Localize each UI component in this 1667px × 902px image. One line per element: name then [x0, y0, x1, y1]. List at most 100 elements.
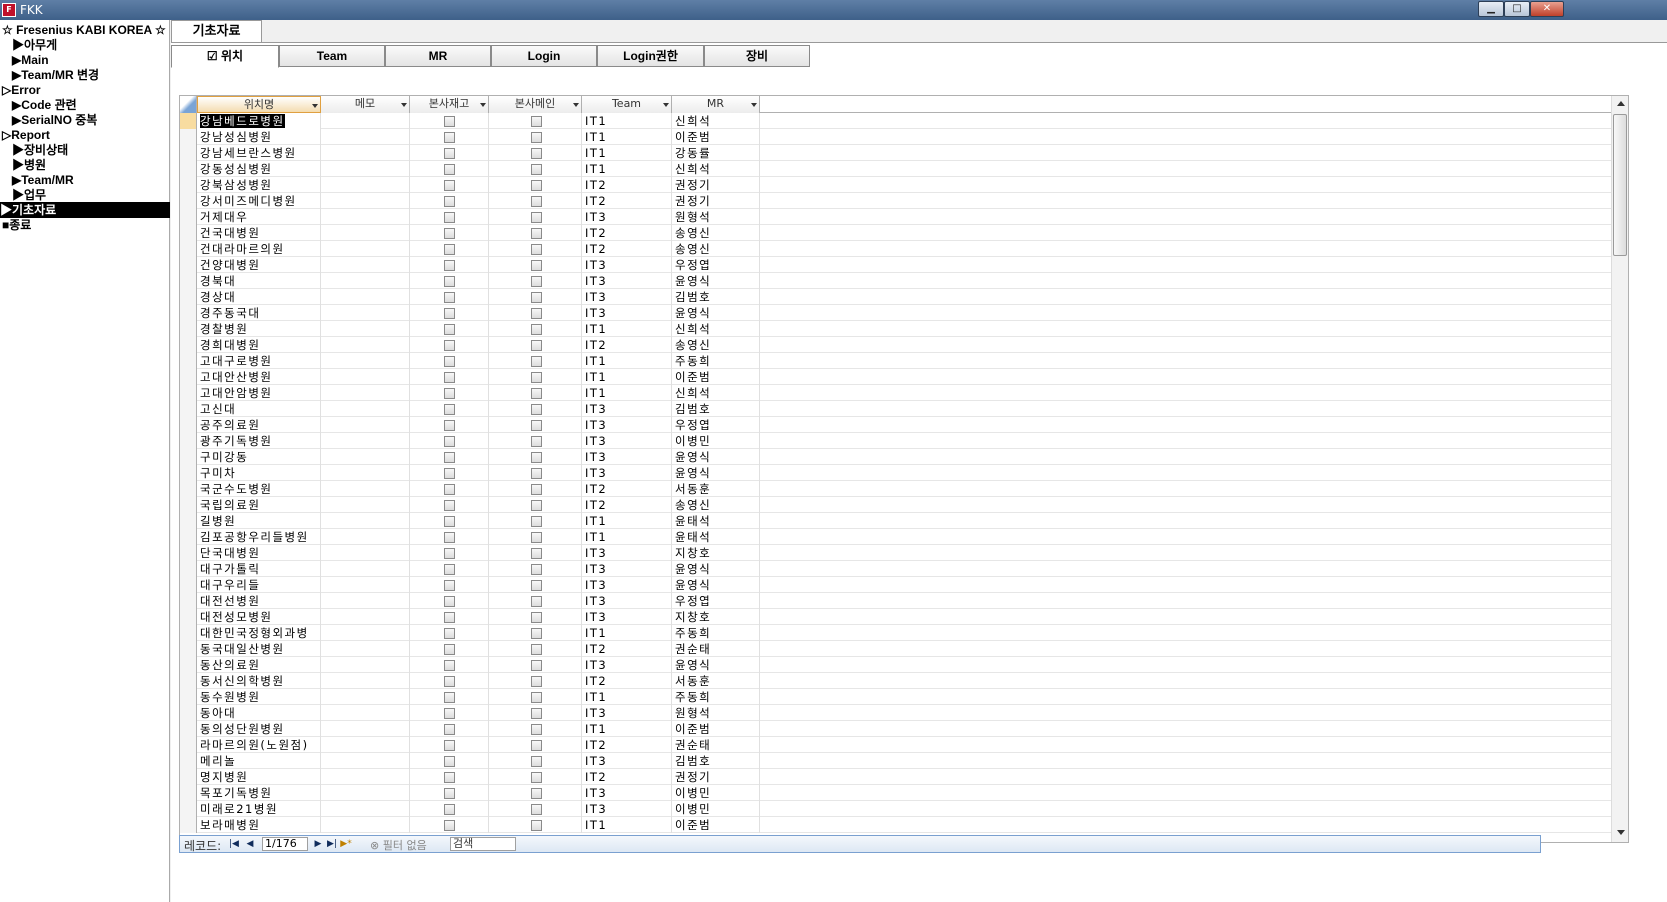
table-row[interactable]: 광주기독병원 IT3 이병민 — [180, 433, 1628, 449]
checkbox-cell[interactable] — [410, 289, 489, 305]
checkbox[interactable] — [444, 276, 455, 287]
mr-cell[interactable]: 신희석 — [672, 161, 760, 177]
location-name-cell[interactable]: 명지병원 — [197, 769, 321, 785]
table-row[interactable]: 고대안암병원 IT1 신희석 — [180, 385, 1628, 401]
row-selector[interactable] — [180, 369, 197, 385]
checkbox-cell[interactable] — [489, 225, 582, 241]
row-selector[interactable] — [180, 209, 197, 225]
memo-cell[interactable] — [321, 689, 410, 705]
maximize-icon[interactable]: □ — [1504, 1, 1530, 17]
mr-cell[interactable]: 원형석 — [672, 705, 760, 721]
team-cell[interactable]: IT2 — [582, 225, 672, 241]
memo-cell[interactable] — [321, 417, 410, 433]
checkbox-cell[interactable] — [410, 673, 489, 689]
team-cell[interactable]: IT1 — [582, 529, 672, 545]
checkbox[interactable] — [444, 404, 455, 415]
checkbox[interactable] — [444, 628, 455, 639]
table-row[interactable]: 김포공항우리들병원 IT1 윤태석 — [180, 529, 1628, 545]
checkbox-cell[interactable] — [410, 513, 489, 529]
row-selector[interactable] — [180, 785, 197, 801]
checkbox-cell[interactable] — [410, 545, 489, 561]
memo-cell[interactable] — [321, 545, 410, 561]
checkbox[interactable] — [531, 612, 542, 623]
checkbox[interactable] — [531, 644, 542, 655]
scroll-thumb[interactable] — [1613, 114, 1627, 256]
mr-cell[interactable]: 신희석 — [672, 113, 760, 129]
location-name-cell[interactable]: 대구가톨릭 — [197, 561, 321, 577]
mr-cell[interactable]: 원형석 — [672, 209, 760, 225]
checkbox-cell[interactable] — [489, 513, 582, 529]
team-cell[interactable]: IT2 — [582, 769, 672, 785]
mr-cell[interactable]: 송영신 — [672, 337, 760, 353]
checkbox[interactable] — [444, 196, 455, 207]
document-tab[interactable]: 기초자료 — [171, 20, 262, 42]
checkbox[interactable] — [444, 676, 455, 687]
mr-cell[interactable]: 권정기 — [672, 193, 760, 209]
location-name-cell[interactable]: 강북삼성병원 — [197, 177, 321, 193]
checkbox[interactable] — [444, 788, 455, 799]
row-selector[interactable] — [180, 257, 197, 273]
row-selector[interactable] — [180, 641, 197, 657]
mr-cell[interactable]: 김범호 — [672, 401, 760, 417]
checkbox[interactable] — [444, 324, 455, 335]
row-selector[interactable] — [180, 145, 197, 161]
checkbox[interactable] — [444, 724, 455, 735]
memo-cell[interactable] — [321, 193, 410, 209]
checkbox-cell[interactable] — [410, 177, 489, 193]
table-row[interactable]: 고대구로병원 IT1 주동희 — [180, 353, 1628, 369]
mr-cell[interactable]: 이병민 — [672, 433, 760, 449]
location-name-cell[interactable]: 경희대병원 — [197, 337, 321, 353]
checkbox[interactable] — [444, 356, 455, 367]
row-selector[interactable] — [180, 305, 197, 321]
checkbox-cell[interactable] — [489, 129, 582, 145]
checkbox-cell[interactable] — [410, 609, 489, 625]
checkbox[interactable] — [531, 596, 542, 607]
checkbox-cell[interactable] — [489, 369, 582, 385]
sidebar-item[interactable]: ▶아무게 — [12, 37, 57, 53]
memo-cell[interactable] — [321, 177, 410, 193]
column-header[interactable]: 본사재고 — [410, 96, 489, 113]
checkbox[interactable] — [531, 180, 542, 191]
mr-cell[interactable]: 김범호 — [672, 753, 760, 769]
team-cell[interactable]: IT3 — [582, 657, 672, 673]
row-selector[interactable] — [180, 769, 197, 785]
checkbox[interactable] — [531, 580, 542, 591]
checkbox[interactable] — [444, 548, 455, 559]
checkbox[interactable] — [531, 676, 542, 687]
row-selector[interactable] — [180, 561, 197, 577]
search-input[interactable]: 검색 — [450, 837, 516, 851]
chevron-down-icon[interactable] — [312, 104, 318, 108]
team-cell[interactable]: IT3 — [582, 209, 672, 225]
checkbox-cell[interactable] — [410, 209, 489, 225]
checkbox-cell[interactable] — [410, 401, 489, 417]
checkbox[interactable] — [531, 772, 542, 783]
checkbox[interactable] — [444, 612, 455, 623]
location-name-cell[interactable]: 목포기독병원 — [197, 785, 321, 801]
table-row[interactable]: 강서미즈메디병원 IT2 권정기 — [180, 193, 1628, 209]
checkbox-cell[interactable] — [489, 417, 582, 433]
location-name-cell[interactable]: 구미강동 — [197, 449, 321, 465]
team-cell[interactable]: IT3 — [582, 465, 672, 481]
sidebar-item[interactable]: ■종료 — [2, 217, 31, 233]
checkbox-cell[interactable] — [489, 673, 582, 689]
memo-cell[interactable] — [321, 129, 410, 145]
table-row[interactable]: 구미차 IT3 윤영식 — [180, 465, 1628, 481]
checkbox-cell[interactable] — [489, 577, 582, 593]
mr-cell[interactable]: 서동훈 — [672, 673, 760, 689]
checkbox[interactable] — [444, 132, 455, 143]
location-name-cell[interactable]: 강서미즈메디병원 — [197, 193, 321, 209]
checkbox-cell[interactable] — [410, 593, 489, 609]
checkbox-cell[interactable] — [489, 209, 582, 225]
checkbox[interactable] — [531, 628, 542, 639]
checkbox[interactable] — [444, 692, 455, 703]
row-selector[interactable] — [180, 401, 197, 417]
memo-cell[interactable] — [321, 497, 410, 513]
row-selector[interactable] — [180, 417, 197, 433]
checkbox[interactable] — [531, 292, 542, 303]
memo-cell[interactable] — [321, 353, 410, 369]
row-selector[interactable] — [180, 817, 197, 833]
memo-cell[interactable] — [321, 801, 410, 817]
table-row[interactable]: 목포기독병원 IT3 이병민 — [180, 785, 1628, 801]
location-name-cell[interactable]: 고신대 — [197, 401, 321, 417]
row-selector[interactable] — [180, 577, 197, 593]
